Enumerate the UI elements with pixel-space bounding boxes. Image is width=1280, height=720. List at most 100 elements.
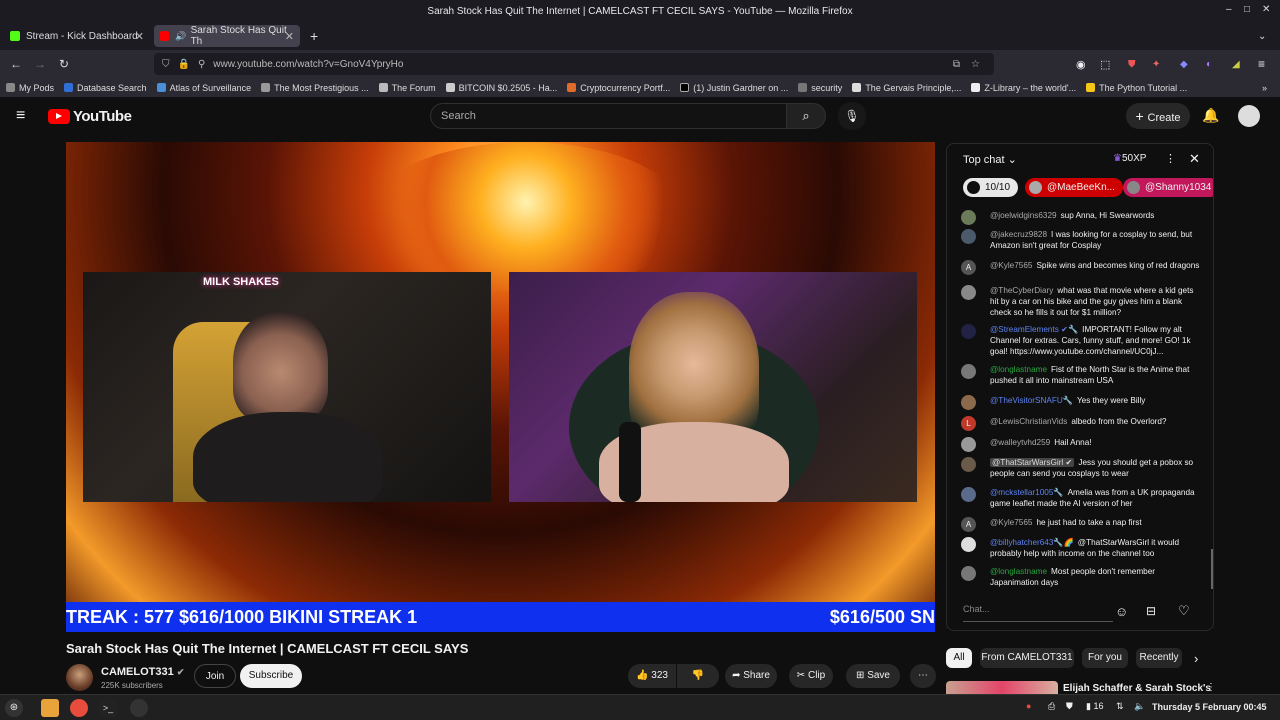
pinned-donor[interactable]: @Shanny1034 xyxy=(1123,178,1213,197)
join-button[interactable]: Join xyxy=(194,664,236,688)
obs-icon[interactable] xyxy=(130,699,148,717)
voice-search-button[interactable]: 🎙 xyxy=(838,102,866,130)
close-window-icon[interactable]: ✕ xyxy=(1262,4,1270,15)
author-avatar[interactable] xyxy=(961,210,976,225)
bookmark-item[interactable]: Database Search xyxy=(64,83,147,93)
vpn-icon[interactable]: ◆ xyxy=(1180,59,1188,70)
bookmark-item[interactable]: The Forum xyxy=(378,83,436,93)
shield-icon[interactable]: ⛉ xyxy=(162,59,170,70)
shield-tray-icon[interactable]: ⛊ xyxy=(1066,701,1073,712)
author-avatar[interactable] xyxy=(961,437,976,452)
speaker-icon[interactable]: 🔊 xyxy=(175,31,186,42)
xp-badge[interactable]: ♛50XP xyxy=(1113,153,1146,164)
author-avatar[interactable]: A xyxy=(961,260,976,275)
reload-icon[interactable]: ↻ xyxy=(52,57,76,71)
menu-icon[interactable]: ≡ xyxy=(1258,57,1265,71)
translate-icon[interactable]: ⧉ xyxy=(953,59,960,70)
create-button[interactable]: + Create xyxy=(1126,103,1190,129)
extension2-icon[interactable]: ◐ xyxy=(1206,59,1212,70)
notifications-bell-icon[interactable]: 🔔 xyxy=(1202,107,1219,124)
author-avatar[interactable] xyxy=(961,229,976,244)
suggested-thumbnail[interactable] xyxy=(946,681,1058,694)
addon-icon[interactable]: ✦ xyxy=(1152,59,1160,70)
author-avatar[interactable] xyxy=(961,487,976,502)
author-avatar[interactable] xyxy=(961,285,976,300)
battery-icon[interactable]: ▮ 16 xyxy=(1086,701,1103,712)
tab-youtube-video[interactable]: 🔊 Sarah Stock Has Quit Th ✕ xyxy=(154,25,300,47)
author-avatar[interactable]: L xyxy=(961,416,976,431)
chevron-right-icon[interactable]: › xyxy=(1194,651,1198,666)
author-avatar[interactable] xyxy=(961,395,976,410)
author-avatar[interactable]: A xyxy=(961,517,976,532)
chat-input[interactable]: Chat... xyxy=(963,604,1113,622)
author-avatar[interactable] xyxy=(961,537,976,552)
url-text[interactable]: www.youtube.com/watch?v=GnoV4YpryHo xyxy=(213,59,403,70)
emoji-icon[interactable]: ☺ xyxy=(1115,604,1128,619)
app-launcher-icon[interactable]: ⊛ xyxy=(5,699,23,717)
channel-name[interactable]: CAMELOT331 ✔ xyxy=(101,666,184,678)
bookmark-item[interactable]: The Most Prestigious ... xyxy=(261,83,369,93)
tray-app-icon[interactable]: ● xyxy=(1026,701,1031,711)
forward-icon[interactable]: → xyxy=(28,57,52,71)
super-chat-icon[interactable]: ⊟ xyxy=(1146,604,1156,618)
account-icon[interactable]: ◉ xyxy=(1076,58,1086,71)
list-tabs-icon[interactable]: ⌄ xyxy=(1258,31,1266,42)
author-avatar[interactable] xyxy=(961,324,976,339)
permissions-icon[interactable]: ⚲ xyxy=(198,59,205,70)
hamburger-menu-icon[interactable]: ≡ xyxy=(16,107,25,125)
filter-chip-recently[interactable]: Recently xyxy=(1136,648,1182,668)
share-button[interactable]: ➦ Share xyxy=(725,664,777,688)
bookmark-item[interactable]: Atlas of Surveillance xyxy=(156,83,251,93)
bookmark-item[interactable]: (1) Justin Gardner on ... xyxy=(680,83,788,93)
subscribe-button[interactable]: Subscribe xyxy=(240,664,302,688)
search-button[interactable]: ⌕ xyxy=(786,103,826,129)
dislike-button[interactable]: 👎 xyxy=(677,664,719,688)
clipboard-icon[interactable]: ⎙ xyxy=(1048,701,1055,712)
maximize-icon[interactable]: □ xyxy=(1244,4,1250,15)
clip-button[interactable]: ✂ Clip xyxy=(789,664,833,688)
author-avatar[interactable] xyxy=(961,364,976,379)
clock[interactable]: Thursday 5 February 00:45 xyxy=(1152,702,1267,712)
heart-icon[interactable]: ♡ xyxy=(1178,603,1190,619)
extension3-icon[interactable]: ◢ xyxy=(1232,59,1240,70)
chat-scrollbar[interactable] xyxy=(1211,549,1213,589)
chat-mode-dropdown[interactable]: Top chat ⌄ xyxy=(963,153,1017,166)
more-actions-button[interactable]: ⋯ xyxy=(910,664,936,688)
volume-icon[interactable]: 🔈 xyxy=(1134,701,1145,712)
close-tab-icon[interactable]: ✕ xyxy=(285,30,294,43)
account-avatar[interactable] xyxy=(1238,105,1260,127)
like-button[interactable]: 👍 323 xyxy=(628,664,676,688)
filter-chip-all[interactable]: All xyxy=(946,648,972,668)
search-input[interactable]: Search xyxy=(430,103,788,129)
youtube-logo[interactable]: YouTube xyxy=(48,108,132,125)
chat-options-icon[interactable]: ⋮ xyxy=(1165,152,1176,165)
firefox-icon[interactable] xyxy=(70,699,88,717)
filter-chip-channel[interactable]: From CAMELOT331 xyxy=(980,648,1074,668)
save-button[interactable]: ⊞ Save xyxy=(846,664,900,688)
author-avatar[interactable] xyxy=(961,457,976,472)
ublock-icon[interactable]: ⛊ xyxy=(1128,59,1136,70)
bookmark-item[interactable]: The Gervais Principle,... xyxy=(852,83,961,93)
file-manager-icon[interactable] xyxy=(41,699,59,717)
pinned-donor[interactable]: @MaeBeeKn... xyxy=(1025,178,1123,197)
close-chat-icon[interactable]: ✕ xyxy=(1189,151,1200,167)
author-avatar[interactable] xyxy=(961,566,976,581)
back-icon[interactable]: ← xyxy=(4,57,28,71)
extension-icon[interactable]: ⬚ xyxy=(1100,58,1110,71)
chat-counter-badge[interactable]: 10/10 xyxy=(963,178,1019,197)
channel-avatar[interactable] xyxy=(66,664,93,691)
suggested-more-icon[interactable]: ⋮ xyxy=(1206,682,1216,693)
minimize-icon[interactable]: – xyxy=(1226,4,1232,15)
video-player[interactable]: MILK SHAKES TREAK : 577 $616/1000 BIKINI… xyxy=(66,142,935,632)
suggested-title[interactable]: Elijah Schaffer & Sarah Stock's xyxy=(1063,683,1211,694)
bookmark-item[interactable]: Z-Library – the world'... xyxy=(971,83,1076,93)
filter-chip-for-you[interactable]: For you xyxy=(1082,648,1128,668)
bookmark-star-icon[interactable]: ☆ xyxy=(971,59,980,70)
bookmark-item[interactable]: My Pods xyxy=(6,83,54,93)
new-tab-icon[interactable]: + xyxy=(310,28,318,44)
bookmark-item[interactable]: BITCOIN $0.2505 - Ha... xyxy=(445,83,557,93)
terminal-icon[interactable]: >_ xyxy=(99,699,117,717)
lock-icon[interactable]: 🔒 xyxy=(178,59,190,70)
more-bookmarks-icon[interactable]: » xyxy=(1262,83,1267,93)
bookmark-item[interactable]: security xyxy=(798,83,842,93)
